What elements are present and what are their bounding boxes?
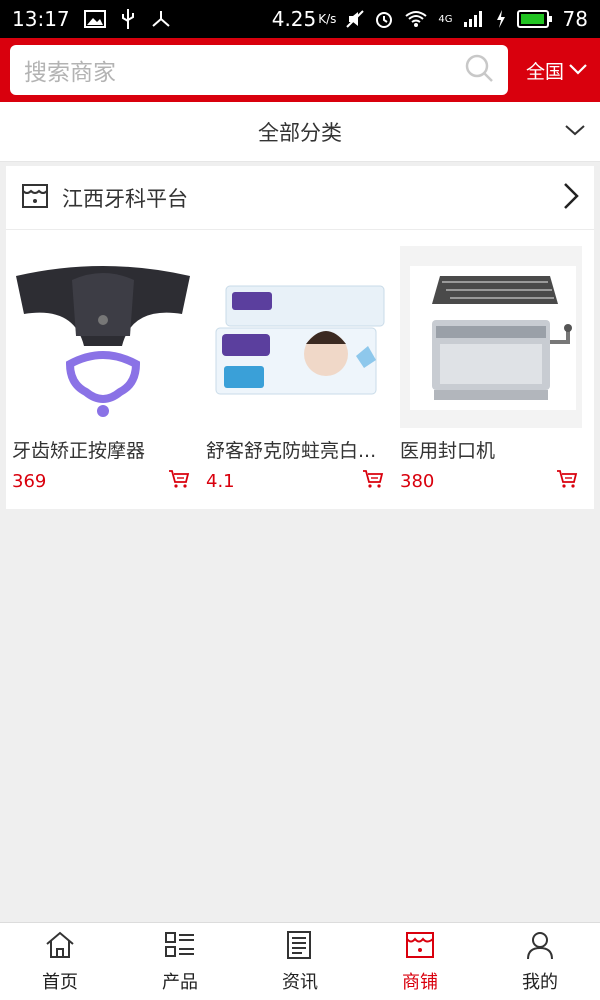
charging-icon <box>495 9 507 29</box>
product-title: 舒客舒克防蛀亮白... <box>206 440 377 462</box>
usb-icon <box>120 8 136 30</box>
product-price: 4.1 <box>206 470 235 492</box>
tab-label: 资讯 <box>282 971 318 993</box>
product-list: 牙齿矫正按摩器 369 舒客舒克防蛀亮白... 4.1 医用封口机 380 <box>6 230 594 493</box>
image-icon <box>83 10 106 28</box>
list-icon <box>164 930 196 964</box>
shop-card: 江西牙科平台 牙齿矫正按摩器 369 舒客舒克防蛀亮白... 4.1 医用封口机… <box>6 166 594 509</box>
battery-level: 78 <box>562 7 588 31</box>
signal-icon <box>463 10 485 28</box>
debug-icon <box>150 9 172 29</box>
network-speed-unit: K/s <box>318 12 337 26</box>
search-icon[interactable] <box>464 53 494 87</box>
chevron-down-icon <box>568 59 588 81</box>
region-label: 全国 <box>525 60 564 83</box>
product-image[interactable] <box>400 246 582 428</box>
header-bar: 搜索商家 全国 <box>0 38 600 102</box>
product-image[interactable] <box>12 246 194 428</box>
product-card[interactable]: 医用封口机 380 <box>394 246 588 493</box>
tab-shops[interactable]: 商铺 <box>360 923 480 1000</box>
tab-label: 商铺 <box>402 971 438 993</box>
home-icon <box>44 930 76 964</box>
tab-label: 我的 <box>522 971 558 993</box>
product-card[interactable]: 牙齿矫正按摩器 369 <box>6 246 200 493</box>
alarm-icon <box>374 9 394 29</box>
category-filter[interactable]: 全部分类 <box>0 102 600 162</box>
mute-icon <box>346 9 365 29</box>
status-bar: 13:17 4.25 K/s 4G 78 <box>0 0 600 38</box>
wifi-icon <box>404 10 428 28</box>
product-title: 医用封口机 <box>400 440 496 462</box>
search-input[interactable]: 搜索商家 <box>24 53 464 87</box>
battery-icon <box>516 9 553 29</box>
chevron-down-icon[interactable] <box>564 122 586 142</box>
chevron-right-icon[interactable] <box>562 182 580 214</box>
network-speed: 4.25 <box>271 7 317 31</box>
shop-name: 江西牙科平台 <box>62 186 188 211</box>
product-card[interactable]: 舒客舒克防蛀亮白... 4.1 <box>200 246 394 493</box>
network-type: 4G <box>438 13 453 25</box>
cart-icon[interactable] <box>556 469 578 493</box>
tab-products[interactable]: 产品 <box>120 923 240 1000</box>
shop-icon <box>20 181 50 215</box>
tab-label: 产品 <box>162 971 198 993</box>
shop-icon <box>404 930 436 964</box>
region-selector[interactable]: 全国 <box>526 57 592 84</box>
tab-home[interactable]: 首页 <box>0 923 120 1000</box>
shop-header[interactable]: 江西牙科平台 <box>6 166 594 230</box>
category-label: 全部分类 <box>258 120 342 145</box>
product-image[interactable] <box>206 246 388 428</box>
cart-icon[interactable] <box>168 469 190 493</box>
clock: 13:17 <box>12 7 70 31</box>
product-price: 369 <box>12 470 47 492</box>
product-title: 牙齿矫正按摩器 <box>12 440 146 462</box>
tab-mine[interactable]: 我的 <box>480 923 600 1000</box>
user-icon <box>524 930 556 964</box>
tab-label: 首页 <box>42 971 78 993</box>
search-box[interactable]: 搜索商家 <box>10 45 508 95</box>
news-icon <box>284 930 316 964</box>
tab-news[interactable]: 资讯 <box>240 923 360 1000</box>
bottom-tab-bar: 首页 产品 资讯 商铺 我的 <box>0 922 600 1000</box>
product-price: 380 <box>400 470 435 492</box>
cart-icon[interactable] <box>362 469 384 493</box>
